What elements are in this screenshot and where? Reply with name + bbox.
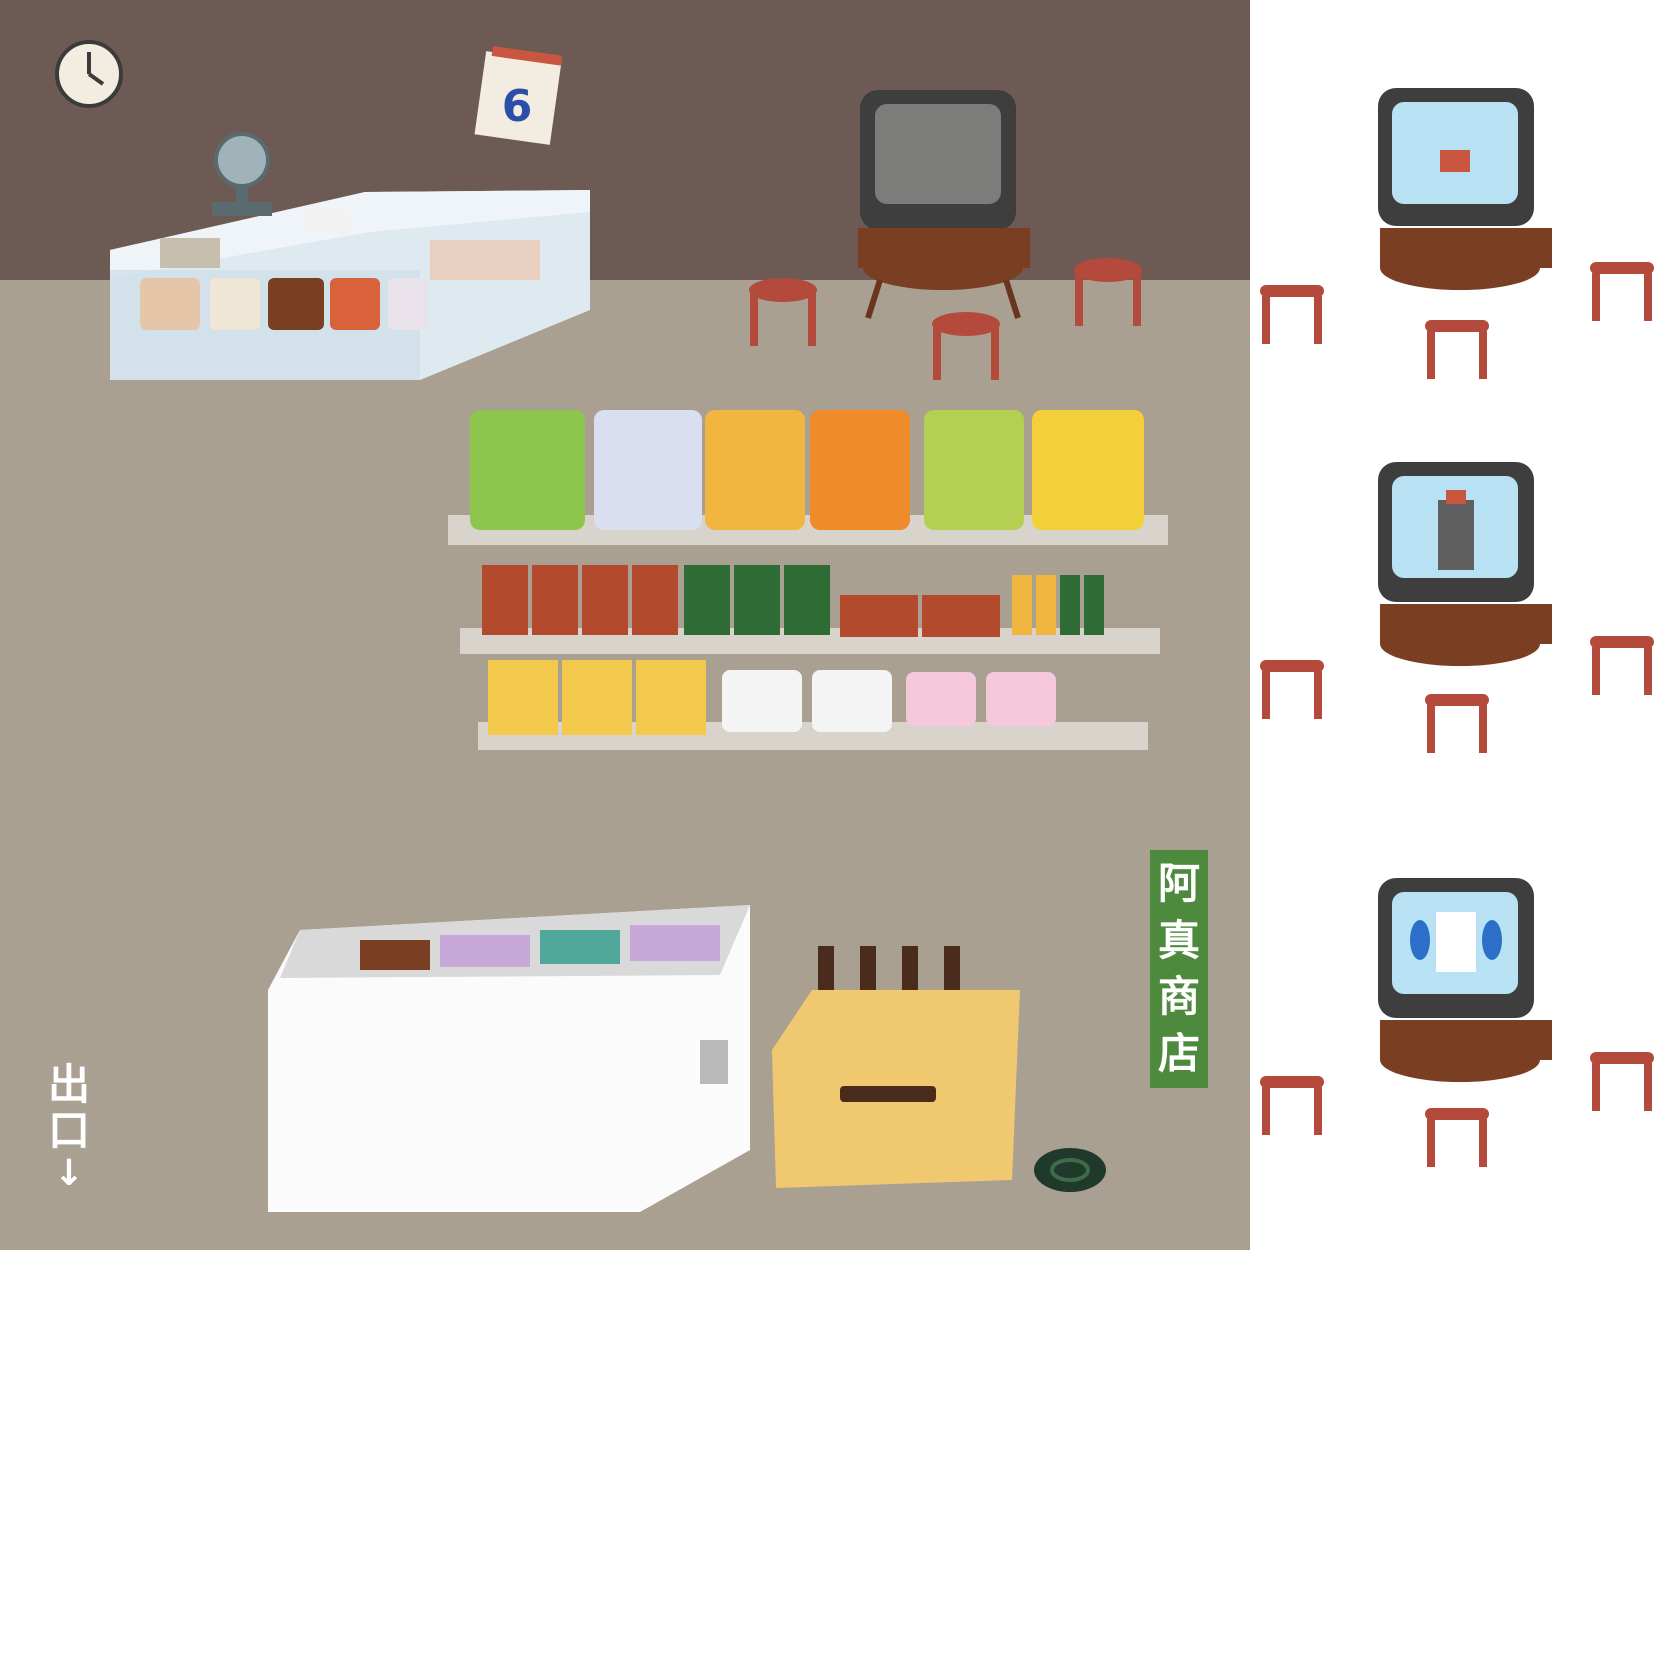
- sprite-sheet-svg: [1260, 88, 1654, 1167]
- game-scene: 6 阿 真 商 店 出 口 ↓: [0, 0, 1250, 1250]
- tv-sprite-robot-large: [1260, 462, 1654, 753]
- exit-sign[interactable]: 出 口 ↓: [44, 1062, 94, 1194]
- store-name-char: 商: [1157, 972, 1200, 1022]
- exit-arrow-icon: ↓: [53, 1153, 85, 1194]
- mosquito-coil-icon: [1034, 1148, 1106, 1192]
- store-name-char: 阿: [1157, 859, 1200, 909]
- tv-sprite-sheet: [1250, 0, 1667, 1250]
- tv-sprite-robot-flying: [1260, 878, 1654, 1167]
- exit-char: 口: [47, 1106, 90, 1155]
- calendar-day: 6: [501, 81, 533, 132]
- store-interior: [0, 0, 1250, 1250]
- ice-cream-freezer[interactable]: [268, 905, 750, 1212]
- store-name-sign: 阿 真 商 店: [1150, 850, 1208, 1088]
- store-name-char: 真: [1157, 915, 1200, 965]
- clock-icon[interactable]: [55, 40, 123, 108]
- tv-sprite-robot-small: [1260, 88, 1654, 379]
- store-name-char: 店: [1157, 1028, 1200, 1078]
- electric-fan-icon[interactable]: [212, 132, 272, 216]
- exit-char: 出: [47, 1060, 90, 1109]
